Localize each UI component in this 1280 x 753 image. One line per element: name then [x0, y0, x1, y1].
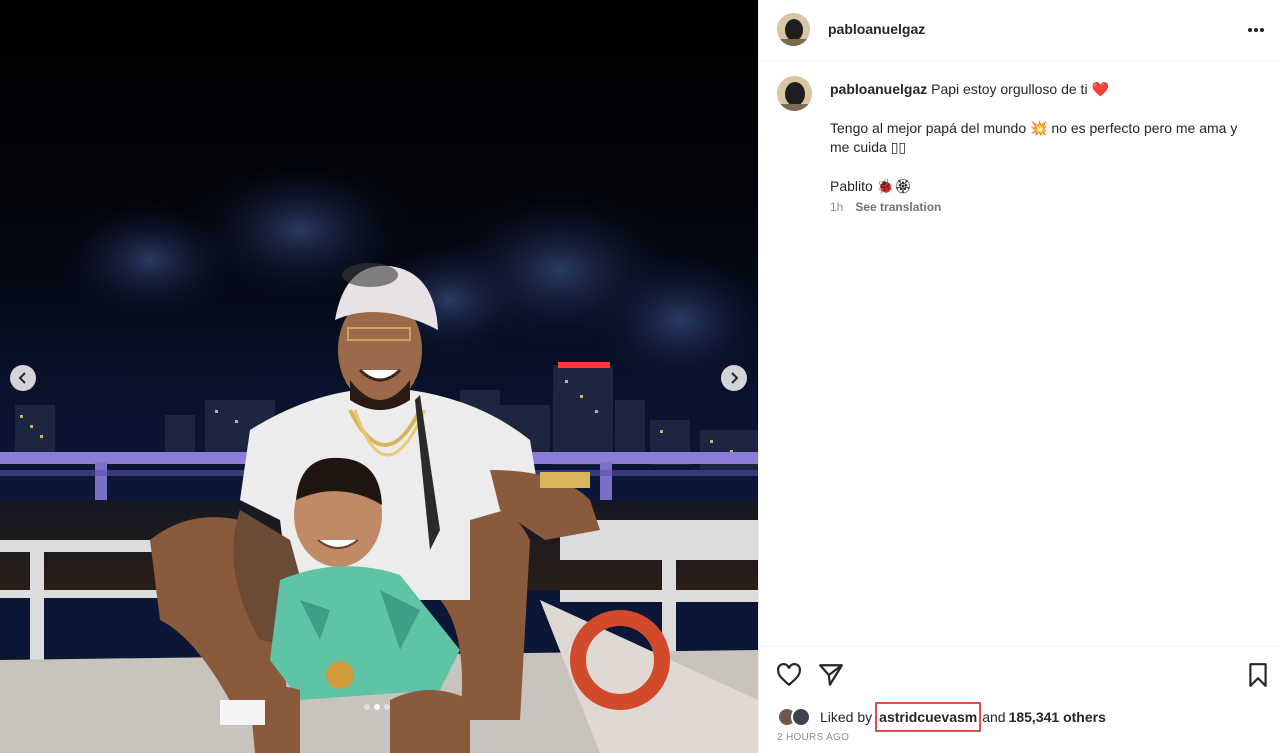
- post-header: pabloanuelgaz: [759, 0, 1280, 61]
- more-options-icon[interactable]: [1246, 20, 1266, 40]
- carousel-indicator: [364, 704, 390, 710]
- author-username[interactable]: pabloanuelgaz: [828, 21, 925, 37]
- caption-para3: Pablito: [830, 178, 873, 194]
- likes-row: Liked by astridcuevasm and 185,341 other…: [777, 702, 1106, 732]
- carousel-dot: [374, 704, 380, 710]
- post-side-panel: pabloanuelgaz pabloanuelgaz Papi estoy o…: [758, 0, 1280, 753]
- liker-avatars[interactable]: [777, 707, 817, 727]
- caption-meta: 1h See translation: [830, 200, 941, 214]
- post-caption: pabloanuelgaz Papi estoy orgulloso de ti…: [830, 80, 1260, 196]
- caption-username[interactable]: pabloanuelgaz: [830, 81, 927, 97]
- avatar-image: [777, 13, 810, 46]
- post-viewer: pabloanuelgaz pabloanuelgaz Papi estoy o…: [0, 0, 1280, 753]
- chevron-right-icon: [731, 372, 739, 384]
- caption-para2-a: Tengo al mejor papá del mundo: [830, 120, 1027, 136]
- caption-para3-emoji: 🐞🏵: [876, 178, 912, 194]
- post-media[interactable]: [0, 0, 758, 753]
- see-translation-link[interactable]: See translation: [855, 200, 941, 214]
- liked-by-username[interactable]: astridcuevasm: [875, 702, 982, 732]
- post-time: 1h: [830, 200, 844, 214]
- posted-time[interactable]: 2 HOURS AGO: [777, 732, 849, 743]
- likes-count[interactable]: 185,341 others: [1009, 709, 1106, 725]
- liked-by-prefix: Liked by: [820, 709, 873, 725]
- author-avatar[interactable]: [777, 13, 810, 46]
- carousel-dot: [384, 704, 390, 710]
- post-photo: [0, 0, 758, 753]
- avatar-image: [777, 76, 812, 111]
- explosion-emoji: 💥: [1030, 120, 1048, 136]
- caption-para2-end: ▯▯: [890, 139, 907, 155]
- heart-emoji: ❤️: [1091, 81, 1109, 97]
- caption-line1: Papi estoy orgulloso de ti: [931, 81, 1088, 97]
- heart-icon[interactable]: [776, 662, 802, 688]
- carousel-dot: [364, 704, 370, 710]
- liker-avatar: [791, 707, 811, 727]
- action-bar: [759, 646, 1280, 706]
- chevron-left-icon: [18, 372, 26, 384]
- carousel-next-button[interactable]: [721, 365, 747, 391]
- carousel-prev-button[interactable]: [10, 365, 36, 391]
- bookmark-icon[interactable]: [1245, 662, 1271, 688]
- paper-plane-icon[interactable]: [818, 662, 844, 688]
- caption-avatar[interactable]: [777, 76, 812, 111]
- liked-by-and: and: [982, 709, 1006, 725]
